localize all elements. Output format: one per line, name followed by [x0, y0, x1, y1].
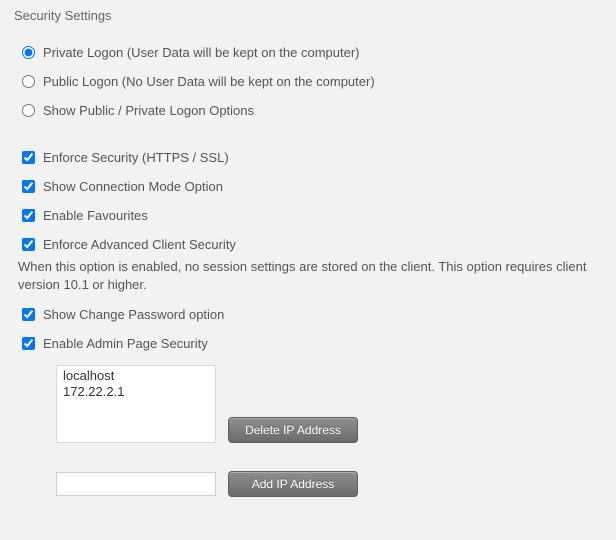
- public-logon-radio[interactable]: [22, 75, 35, 88]
- page-title: Security Settings: [14, 8, 602, 23]
- ip-address-input[interactable]: [56, 472, 216, 496]
- show-connection-mode-checkbox[interactable]: [22, 180, 35, 193]
- ip-section: localhost 172.22.2.1 Delete IP Address A…: [56, 365, 602, 497]
- show-connection-mode-row: Show Connection Mode Option: [22, 179, 602, 194]
- ip-address-list[interactable]: localhost 172.22.2.1: [56, 365, 216, 443]
- show-change-password-checkbox[interactable]: [22, 308, 35, 321]
- enforce-advanced-help: When this option is enabled, no session …: [18, 258, 602, 293]
- show-logon-options-row: Show Public / Private Logon Options: [22, 103, 602, 118]
- show-connection-mode-label: Show Connection Mode Option: [43, 179, 223, 194]
- enforce-security-label: Enforce Security (HTTPS / SSL): [43, 150, 229, 165]
- enforce-security-checkbox[interactable]: [22, 151, 35, 164]
- enable-admin-security-checkbox[interactable]: [22, 337, 35, 350]
- private-logon-label: Private Logon (User Data will be kept on…: [43, 45, 360, 60]
- show-logon-options-label: Show Public / Private Logon Options: [43, 103, 254, 118]
- enable-favourites-checkbox[interactable]: [22, 209, 35, 222]
- enable-favourites-row: Enable Favourites: [22, 208, 602, 223]
- add-ip-button[interactable]: Add IP Address: [228, 471, 358, 497]
- private-logon-radio[interactable]: [22, 46, 35, 59]
- list-item[interactable]: localhost: [59, 368, 213, 384]
- list-item[interactable]: 172.22.2.1: [59, 384, 213, 400]
- enable-admin-security-row: Enable Admin Page Security: [22, 336, 602, 351]
- public-logon-label: Public Logon (No User Data will be kept …: [43, 74, 375, 89]
- private-logon-row: Private Logon (User Data will be kept on…: [22, 45, 602, 60]
- show-change-password-label: Show Change Password option: [43, 307, 224, 322]
- enforce-advanced-checkbox[interactable]: [22, 238, 35, 251]
- enforce-advanced-label: Enforce Advanced Client Security: [43, 237, 236, 252]
- enable-favourites-label: Enable Favourites: [43, 208, 148, 223]
- delete-ip-button[interactable]: Delete IP Address: [228, 417, 358, 443]
- public-logon-row: Public Logon (No User Data will be kept …: [22, 74, 602, 89]
- security-settings-panel: Security Settings Private Logon (User Da…: [0, 0, 616, 527]
- show-change-password-row: Show Change Password option: [22, 307, 602, 322]
- ip-add-row: Add IP Address: [56, 471, 602, 497]
- enable-admin-security-label: Enable Admin Page Security: [43, 336, 208, 351]
- show-logon-options-radio[interactable]: [22, 104, 35, 117]
- ip-list-row: localhost 172.22.2.1 Delete IP Address: [56, 365, 602, 443]
- enforce-advanced-row: Enforce Advanced Client Security: [22, 237, 602, 252]
- enforce-security-row: Enforce Security (HTTPS / SSL): [22, 150, 602, 165]
